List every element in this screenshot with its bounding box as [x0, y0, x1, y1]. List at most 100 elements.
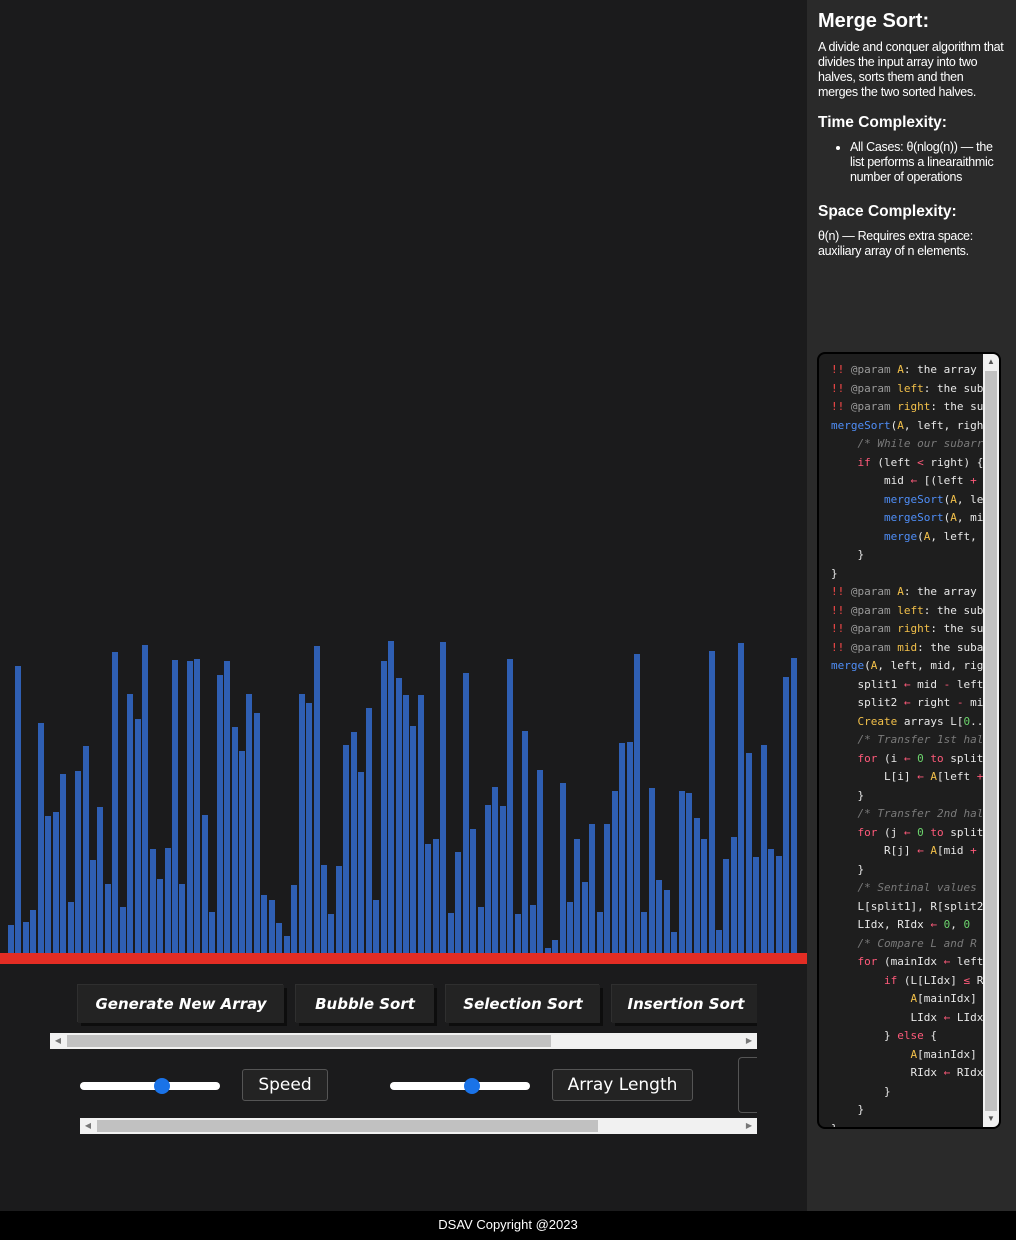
pseudocode: !! @param A: the array !! @param left: t… [831, 363, 1001, 1129]
array-bar [708, 651, 715, 953]
array-bar [701, 839, 708, 953]
scrollbar-thumb[interactable] [67, 1035, 551, 1047]
array-bar [678, 791, 685, 953]
array-bar [380, 661, 387, 953]
array-bar [112, 652, 119, 953]
array-bar [75, 771, 82, 953]
array-bar [276, 923, 283, 953]
pseudocode-scrollbar[interactable]: ▲ ▼ [983, 354, 999, 1127]
array-bar [164, 848, 171, 953]
array-bar [149, 849, 156, 953]
array-bar [395, 678, 402, 953]
array-bar [179, 884, 186, 953]
array-bar [686, 793, 693, 953]
scroll-left-icon[interactable]: ◀ [50, 1033, 66, 1049]
array-bar [157, 879, 164, 953]
array-bar [194, 659, 201, 953]
insertion-sort-button[interactable]: Insertion Sort [612, 985, 757, 1023]
time-complexity-heading: Time Complexity: [818, 114, 947, 131]
app-root: Generate New Array Bubble Sort Selection S… [0, 0, 1016, 1240]
array-bar [559, 783, 566, 953]
array-bar [537, 770, 544, 953]
array-bar [306, 703, 313, 953]
array-bar [358, 772, 365, 953]
array-bar [60, 774, 67, 953]
array-bar [171, 660, 178, 953]
array-bar [566, 902, 573, 953]
array-bar [224, 661, 231, 953]
array-bar [373, 900, 380, 953]
array-bar [462, 673, 469, 953]
array-bar [492, 787, 499, 953]
time-complexity-item: All Cases: θ(nlog(n)) — the list perform… [850, 140, 1005, 185]
array-bar [246, 694, 253, 953]
array-bar [477, 907, 484, 953]
pseudocode-panel: !! @param A: the array !! @param left: t… [817, 352, 1001, 1129]
array-bar [738, 643, 745, 953]
array-bar [425, 844, 432, 953]
array-bar [626, 742, 633, 953]
array-bar [350, 732, 357, 953]
array-bar [67, 902, 74, 953]
footer: DSAV Copyright @2023 [0, 1211, 1016, 1240]
array-bar [775, 856, 782, 953]
array-bar [82, 746, 89, 953]
array-bar [15, 666, 22, 953]
scroll-right-icon[interactable]: ▶ [741, 1033, 757, 1049]
speed-slider-knob[interactable] [154, 1078, 170, 1094]
array-length-slider-knob[interactable] [464, 1078, 480, 1094]
bubble-sort-button[interactable]: Bubble Sort [296, 985, 434, 1023]
array-bar [484, 805, 491, 953]
array-bar [596, 912, 603, 953]
array-bar [89, 860, 96, 953]
visualizer-area: Generate New Array Bubble Sort Selection S… [0, 0, 807, 1211]
space-complexity-text: θ(n) — Requires extra space: auxiliary a… [818, 229, 973, 258]
array-bar [343, 745, 350, 953]
array-length-slider[interactable] [390, 1078, 530, 1094]
array-bar [298, 694, 305, 953]
time-complexity-list: All Cases: θ(nlog(n)) — the list perform… [818, 140, 1005, 185]
array-bar [209, 912, 216, 953]
array-bar [45, 816, 52, 953]
scroll-right-icon[interactable]: ▶ [741, 1118, 757, 1134]
space-complexity-heading: Space Complexity: [818, 203, 957, 220]
scrollbar-thumb[interactable] [985, 371, 997, 1111]
array-bar [716, 930, 723, 953]
array-bar [313, 646, 320, 953]
array-bar [455, 852, 462, 953]
array-bar [37, 723, 44, 953]
algorithm-title: Merge Sort: [818, 10, 930, 32]
generate-new-array-button[interactable]: Generate New Array [78, 985, 284, 1023]
array-bar [693, 818, 700, 953]
scroll-up-icon[interactable]: ▲ [983, 354, 999, 370]
array-bar [619, 743, 626, 953]
array-bar [529, 905, 536, 953]
array-bar [97, 807, 104, 953]
array-bar [52, 812, 59, 953]
array-bar [440, 642, 447, 953]
scrollbar-thumb[interactable] [97, 1120, 598, 1132]
scroll-left-icon[interactable]: ◀ [80, 1118, 96, 1134]
array-bar [768, 849, 775, 953]
array-bar [268, 900, 275, 953]
array-bar [30, 910, 37, 953]
array-bar [783, 677, 790, 953]
array-bar [261, 895, 268, 953]
array-bar [417, 695, 424, 953]
array-bar [321, 865, 328, 953]
array-bar [127, 694, 134, 953]
array-bar [656, 880, 663, 953]
bar-chart [8, 0, 798, 953]
array-bar [745, 753, 752, 953]
controls-row-scrollbar[interactable]: ◀ ▶ [80, 1118, 757, 1134]
array-bar [574, 839, 581, 953]
scroll-down-icon[interactable]: ▼ [983, 1111, 999, 1127]
button-row-scrollbar[interactable]: ◀ ▶ [50, 1033, 757, 1049]
array-bar [186, 661, 193, 953]
array-bar [589, 824, 596, 953]
selection-sort-button[interactable]: Selection Sort [446, 985, 600, 1023]
array-bar [291, 885, 298, 953]
array-bar [231, 727, 238, 953]
array-bar [335, 866, 342, 953]
speed-slider[interactable] [80, 1078, 220, 1094]
